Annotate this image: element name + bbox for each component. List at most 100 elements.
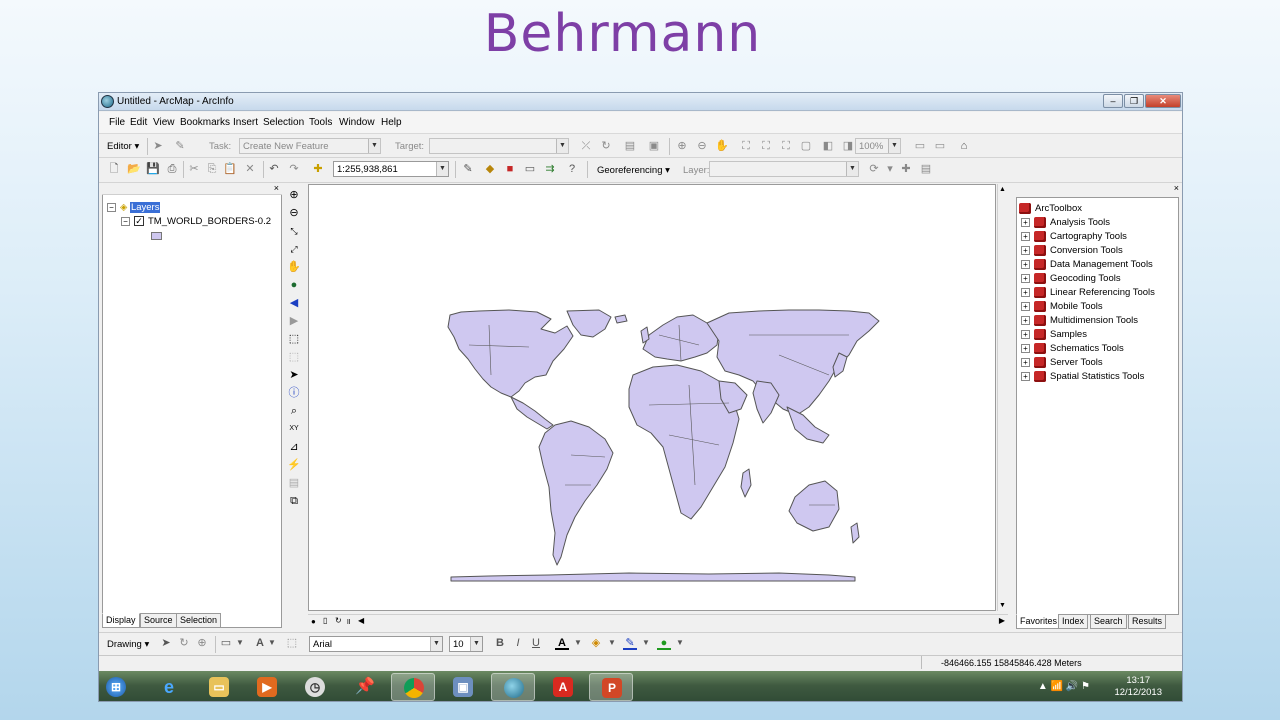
expand-icon[interactable]: + bbox=[1021, 217, 1030, 227]
find-binoculars-icon[interactable]: ⌕ bbox=[287, 404, 301, 418]
refresh-icon[interactable]: ↻ bbox=[335, 616, 342, 625]
georeferencing-menu[interactable]: Georeferencing ▾ bbox=[597, 165, 670, 176]
layer-name[interactable]: TM_WORLD_BORDERS-0.2 bbox=[148, 216, 271, 227]
add-control-points-icon[interactable]: ✚ bbox=[899, 162, 913, 176]
expand-icon[interactable]: + bbox=[1021, 245, 1030, 255]
map-vertical-scrollbar[interactable]: ▲ ▼ bbox=[997, 184, 1008, 611]
sketch-properties-icon[interactable]: ▣ bbox=[647, 139, 661, 153]
chevron-down-icon[interactable]: ▼ bbox=[605, 636, 619, 650]
italic-button[interactable]: I bbox=[511, 636, 525, 650]
fixed-zoom-out-icon[interactable]: ⤢ bbox=[287, 242, 301, 256]
redo-icon[interactable]: ↷ bbox=[287, 162, 301, 176]
tab-favorites[interactable]: Favorites bbox=[1016, 614, 1062, 629]
fixed-zoom-in-icon[interactable]: ⛶ bbox=[739, 139, 753, 153]
chevron-down-icon[interactable]: ▼ bbox=[265, 636, 279, 650]
taskbar-pin-app[interactable]: 📌 bbox=[343, 673, 387, 701]
maximize-button[interactable]: ❐ bbox=[1124, 94, 1144, 108]
show-hidden-icons-icon[interactable]: ▲ bbox=[1038, 681, 1048, 692]
toolbox-item[interactable]: + Mobile Tools bbox=[1021, 300, 1103, 313]
toolbox-item[interactable]: + Analysis Tools bbox=[1021, 216, 1110, 229]
new-document-icon[interactable]: 🗋 bbox=[107, 162, 121, 176]
toolbox-item[interactable]: + Data Management Tools bbox=[1021, 258, 1153, 271]
underline-button[interactable]: U bbox=[529, 636, 543, 650]
toolbox-item[interactable]: + Cartography Tools bbox=[1021, 230, 1127, 243]
zoom-out-layout-icon[interactable]: ⊖ bbox=[695, 139, 709, 153]
editor-toolbar-toggle-icon[interactable]: ✎ bbox=[461, 162, 475, 176]
start-button[interactable]: ⊞ bbox=[101, 673, 135, 701]
font-color-icon[interactable]: A bbox=[555, 636, 569, 650]
select-elements-icon[interactable]: ➤ bbox=[287, 368, 301, 382]
full-extent-globe-icon[interactable]: ● bbox=[287, 278, 301, 292]
font-size-dropdown[interactable]: 10 ▼ bbox=[449, 636, 483, 652]
bold-button[interactable]: B bbox=[493, 636, 507, 650]
cut-icon[interactable]: ✂ bbox=[187, 162, 201, 176]
menu-file[interactable]: File bbox=[109, 117, 125, 128]
task-dropdown[interactable]: Create New Feature ▼ bbox=[239, 138, 381, 154]
tab-selection[interactable]: Selection bbox=[176, 613, 222, 628]
rectangle-icon[interactable]: ▭ bbox=[219, 636, 233, 650]
forward-arrow-icon[interactable]: ▶ bbox=[287, 314, 301, 328]
world-map[interactable] bbox=[309, 185, 997, 612]
tab-search[interactable]: Search bbox=[1090, 614, 1127, 629]
taskbar-network-app[interactable]: ▣ bbox=[441, 673, 485, 701]
previous-extent-icon[interactable]: ◧ bbox=[821, 139, 835, 153]
fill-color-icon[interactable]: ◈ bbox=[589, 636, 603, 650]
pan-layout-icon[interactable]: ✋ bbox=[715, 139, 729, 153]
print-icon[interactable]: ⎙ bbox=[165, 162, 179, 176]
measure-icon[interactable]: ⊿ bbox=[287, 440, 301, 454]
taskbar-media-player[interactable]: ▶ bbox=[245, 673, 289, 701]
zoom-to-selected-icon[interactable]: ⊕ bbox=[195, 636, 209, 650]
rotate-icon[interactable]: ⟳ bbox=[867, 162, 881, 176]
arctoolbox-root[interactable]: ArcToolbox bbox=[1019, 202, 1082, 215]
flag-icon[interactable]: ⚑ bbox=[1081, 681, 1090, 692]
toolbox-item[interactable]: + Server Tools bbox=[1021, 356, 1103, 369]
change-layout-icon[interactable]: ⌂ bbox=[957, 139, 971, 153]
create-viewer-window-icon[interactable]: ⧉ bbox=[287, 494, 301, 508]
taskbar-internet-explorer[interactable]: e bbox=[147, 673, 191, 701]
data-view-icon[interactable]: ● bbox=[311, 617, 316, 626]
copy-icon[interactable]: ⎘ bbox=[205, 162, 219, 176]
scroll-down-icon[interactable]: ▼ bbox=[999, 602, 1006, 609]
sketch-tool-icon[interactable]: ✎ bbox=[173, 139, 187, 153]
zoom-in-icon[interactable]: ⊕ bbox=[287, 188, 301, 202]
focus-data-frame-icon[interactable]: ▭ bbox=[933, 139, 947, 153]
georef-layer-dropdown[interactable]: ▼ bbox=[709, 161, 859, 177]
expand-icon[interactable]: + bbox=[1021, 329, 1030, 339]
collapse-icon[interactable]: − bbox=[107, 202, 116, 212]
zoom-in-layout-icon[interactable]: ⊕ bbox=[675, 139, 689, 153]
expand-icon[interactable]: + bbox=[1021, 259, 1030, 269]
whats-this-help-icon[interactable]: ? bbox=[565, 162, 579, 176]
menu-bookmarks[interactable]: Bookmarks bbox=[180, 117, 230, 128]
add-data-icon[interactable]: ✚ bbox=[311, 162, 325, 176]
layer-visibility-checkbox[interactable]: ✓ bbox=[134, 216, 144, 227]
expand-icon[interactable]: + bbox=[1021, 371, 1030, 381]
chevron-down-icon[interactable]: ▼ bbox=[639, 636, 653, 650]
attributes-icon[interactable]: ▤ bbox=[623, 139, 637, 153]
menu-edit[interactable]: Edit bbox=[130, 117, 147, 128]
menu-tools[interactable]: Tools bbox=[309, 117, 332, 128]
taskbar-clock[interactable]: 13:17 12/12/2013 bbox=[1114, 675, 1162, 699]
editor-menu[interactable]: Editor ▾ bbox=[107, 141, 139, 152]
command-line-icon[interactable]: ▭ bbox=[523, 162, 537, 176]
drawing-menu[interactable]: Drawing ▾ bbox=[107, 639, 149, 650]
rotate-icon[interactable]: ↻ bbox=[177, 636, 191, 650]
edit-tool-icon[interactable]: ➤ bbox=[151, 139, 165, 153]
tab-display[interactable]: Display bbox=[102, 613, 140, 628]
tab-results[interactable]: Results bbox=[1128, 614, 1167, 629]
close-button[interactable]: ✕ bbox=[1145, 94, 1181, 108]
close-icon[interactable]: × bbox=[1174, 183, 1179, 193]
html-popup-icon[interactable]: ▤ bbox=[287, 476, 301, 490]
layout-zoom-dropdown[interactable]: 100% ▼ bbox=[855, 138, 901, 154]
chevron-down-icon[interactable]: ▼ bbox=[673, 636, 687, 650]
taskbar-acrobat[interactable]: A bbox=[541, 673, 585, 701]
toolbox-item[interactable]: + Geocoding Tools bbox=[1021, 272, 1121, 285]
zoom-out-icon[interactable]: ⊖ bbox=[287, 206, 301, 220]
fixed-zoom-in-icon[interactable]: ⤡ bbox=[287, 224, 301, 238]
split-tool-icon[interactable]: ⤫ bbox=[579, 139, 593, 153]
toolbox-item[interactable]: + Linear Referencing Tools bbox=[1021, 286, 1155, 299]
layers-tree-root[interactable]: − ◈ Layers bbox=[107, 201, 161, 214]
taskbar-powerpoint[interactable]: P bbox=[589, 673, 633, 701]
layer-item[interactable]: − ✓ TM_WORLD_BORDERS-0.2 bbox=[121, 215, 271, 228]
next-extent-icon[interactable]: ◨ bbox=[841, 139, 855, 153]
taskbar-clock-app[interactable]: ◷ bbox=[293, 673, 337, 701]
